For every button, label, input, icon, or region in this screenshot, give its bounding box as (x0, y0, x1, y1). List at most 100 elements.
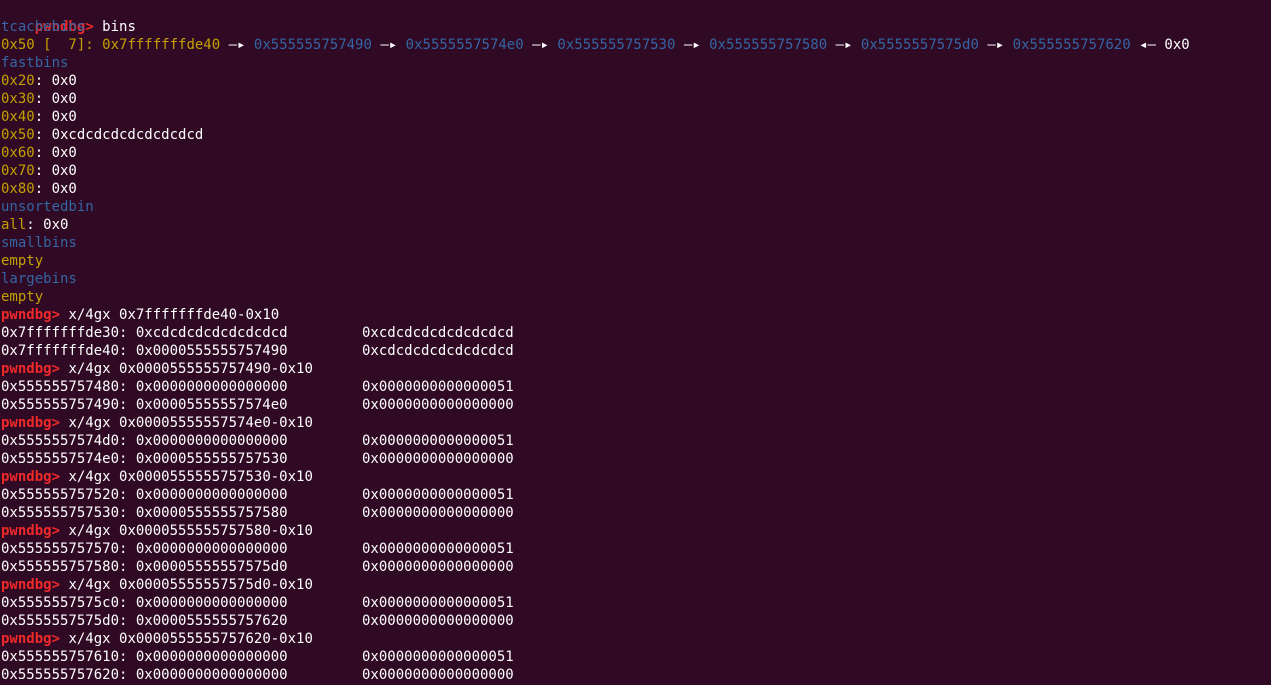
memory-value: 0x0000000000000000 (135, 541, 288, 557)
memory-row: 0x555555757480: 0x0000000000000000 0x0000… (1, 378, 1271, 396)
memory-value: 0x0000555555757490 (135, 343, 288, 359)
memory-addr: 0x5555557575c0: (1, 595, 128, 611)
command-line: pwndbg> x/4gx 0x00005555557574e0-0x10 (1, 414, 1271, 432)
back-arrow-icon: ◂— (1139, 37, 1156, 53)
memory-addr: 0x555555757580: (1, 559, 128, 575)
memory-row: 0x7fffffffde30: 0xcdcdcdcdcdcdcdcd 0xcdcd… (1, 324, 1271, 342)
command-text: x/4gx 0x0000555555757580-0x10 (68, 523, 313, 539)
memory-value: 0x00005555557574e0 (135, 397, 288, 413)
memory-addr: 0x555555757490: (1, 397, 128, 413)
memory-addr: 0x555555757610: (1, 649, 128, 665)
memory-value: 0x0000000000000051 (362, 649, 514, 665)
memory-value: 0x0000000000000000 (362, 451, 514, 467)
fastbin-entry: 0x80: 0x0 (1, 181, 77, 197)
tcache-chain-addr: 0x5555557575d0 (860, 37, 979, 53)
memory-value: 0x0000000000000000 (362, 667, 514, 683)
command-line: pwndbg> x/4gx 0x0000555555757530-0x10 (1, 468, 1271, 486)
prompt: pwndbg> (1, 307, 61, 323)
largebins-value: empty (1, 289, 44, 305)
command-line: pwndbg> x/4gx 0x0000555555757580-0x10 (1, 522, 1271, 540)
terminal-window[interactable]: pwndbg> bins tcachebins 0x50 [ 7]: 0x7ff… (0, 0, 1271, 685)
memory-row: 0x5555557574e0: 0x0000555555757530 0x0000… (1, 450, 1271, 468)
memory-row: 0x555555757570: 0x0000000000000000 0x0000… (1, 540, 1271, 558)
fastbin-size: 0x40 (1, 109, 35, 125)
fastbin-size: 0x20 (1, 73, 35, 89)
memory-value: 0x0000000000000000 (362, 559, 514, 575)
command-line: pwndbg> x/4gx 0x00005555557575d0-0x10 (1, 576, 1271, 594)
largebins-heading: largebins (1, 271, 77, 287)
memory-addr: 0x555555757530: (1, 505, 128, 521)
fastbin-entry: 0x20: 0x0 (1, 73, 77, 89)
memory-row: 0x555555757490: 0x00005555557574e0 0x0000… (1, 396, 1271, 414)
fastbin-entry: 0x30: 0x0 (1, 91, 77, 107)
smallbins-value: empty (1, 253, 44, 269)
memory-row: 0x7fffffffde40: 0x0000555555757490 0xcdcd… (1, 342, 1271, 360)
arrow-icon: —▸ (380, 37, 398, 53)
memory-row: 0x555555757520: 0x0000000000000000 0x0000… (1, 486, 1271, 504)
memory-value: 0x0000000000000051 (362, 487, 514, 503)
prompt: pwndbg> (1, 523, 61, 539)
fastbin-value: 0x0 (51, 109, 77, 125)
fastbin-size: 0x80 (1, 181, 35, 197)
tcachebins-heading: tcachebins (1, 19, 86, 35)
fastbin-value: 0x0 (51, 163, 77, 179)
memory-value: 0x0000555555757620 (135, 613, 288, 629)
command-line: pwndbg> x/4gx 0x0000555555757490-0x10 (1, 360, 1271, 378)
memory-row: 0x555555757530: 0x0000555555757580 0x0000… (1, 504, 1271, 522)
unsortedbin-key: all (1, 217, 27, 233)
fastbin-size: 0x50 (1, 127, 35, 143)
smallbins-heading: smallbins (1, 235, 77, 251)
memory-addr: 0x5555557575d0: (1, 613, 128, 629)
tcache-chain-addr: 0x555555757530 (557, 37, 676, 53)
prompt: pwndbg> (1, 361, 61, 377)
prompt: pwndbg> (1, 631, 61, 647)
memory-value: 0xcdcdcdcdcdcdcdcd (135, 325, 288, 341)
tcache-chain-addr: 0x555555757490 (253, 37, 372, 53)
tcache-chain-addr: 0x5555557574e0 (405, 37, 524, 53)
command-text: x/4gx 0x00005555557575d0-0x10 (68, 577, 313, 593)
fastbin-entry: 0x40: 0x0 (1, 109, 77, 125)
unsortedbin-heading: unsortedbin (1, 199, 94, 215)
command-line: pwndbg> x/4gx 0x7fffffffde40-0x10 (1, 306, 1271, 324)
fastbin-size: 0x60 (1, 145, 35, 161)
memory-value: 0x0000000000000051 (362, 379, 514, 395)
command-line: pwndbg> bins (1, 0, 1271, 35)
memory-value: 0x00005555557575d0 (135, 559, 288, 575)
fastbin-value: 0xcdcdcdcdcdcdcdcd (51, 127, 204, 143)
prompt: pwndbg> (1, 469, 61, 485)
fastbin-entry: 0x70: 0x0 (1, 163, 77, 179)
fastbin-entry: 0x50: 0xcdcdcdcdcdcdcdcd (1, 127, 204, 143)
memory-value: 0x0000000000000000 (135, 667, 288, 683)
prompt: pwndbg> (1, 415, 61, 431)
arrow-icon: —▸ (987, 37, 1005, 53)
arrow-icon: —▸ (683, 37, 701, 53)
memory-row: 0x555555757620: 0x0000000000000000 0x0000… (1, 666, 1271, 684)
unsortedbin-value: 0x0 (43, 217, 69, 233)
tcache-tail: 0x0 (1164, 37, 1190, 53)
memory-value: 0x0000000000000051 (362, 433, 514, 449)
memory-value: 0x0000000000000000 (362, 397, 514, 413)
memory-value: 0x0000000000000000 (135, 379, 288, 395)
arrow-icon: —▸ (228, 37, 246, 53)
memory-row: 0x5555557574d0: 0x0000000000000000 0x0000… (1, 432, 1271, 450)
memory-value: 0x0000000000000000 (135, 487, 288, 503)
fastbins-heading: fastbins (1, 55, 69, 71)
memory-addr: 0x555555757520: (1, 487, 128, 503)
command-text: x/4gx 0x0000555555757490-0x10 (68, 361, 313, 377)
fastbin-entry: 0x60: 0x0 (1, 145, 77, 161)
command-text: bins (102, 19, 136, 35)
memory-row: 0x5555557575c0: 0x0000000000000000 0x0000… (1, 594, 1271, 612)
command-text: x/4gx 0x0000555555757620-0x10 (68, 631, 313, 647)
tcache-size-label: 0x50 [ 7]: (1, 37, 94, 53)
memory-value: 0x0000000000000000 (362, 613, 514, 629)
fastbin-value: 0x0 (51, 181, 77, 197)
memory-row: 0x555555757610: 0x0000000000000000 0x0000… (1, 648, 1271, 666)
memory-value: 0x0000000000000051 (362, 541, 514, 557)
fastbin-size: 0x30 (1, 91, 35, 107)
memory-value: 0xcdcdcdcdcdcdcdcd (362, 325, 514, 341)
memory-addr: 0x7fffffffde30: (1, 325, 128, 341)
tcache-chain-addr: 0x555555757620 (1012, 37, 1131, 53)
memory-addr: 0x555555757570: (1, 541, 128, 557)
prompt: pwndbg> (1, 577, 61, 593)
memory-addr: 0x555555757480: (1, 379, 128, 395)
